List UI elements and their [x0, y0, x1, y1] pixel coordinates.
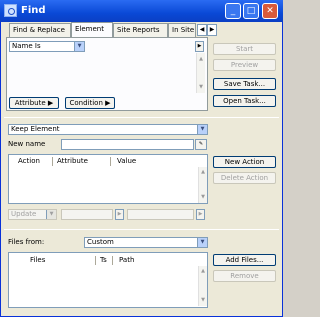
new-action-button[interactable]: New Action [213, 156, 276, 168]
column-header-files[interactable]: Files [30, 256, 45, 264]
column-divider[interactable] [95, 256, 96, 265]
update-field-1[interactable] [61, 209, 113, 220]
close-icon[interactable]: ✕ [262, 3, 278, 19]
update-select-value: Update [11, 210, 37, 218]
chevron-down-icon: ▼ [46, 210, 56, 219]
scroll-up-icon[interactable]: ▲ [197, 55, 205, 63]
action-select[interactable]: Keep Element ▼ [8, 124, 208, 135]
separator-top [4, 117, 279, 118]
remove-button[interactable]: Remove [213, 270, 276, 282]
tab-element[interactable]: Element [71, 22, 113, 37]
open-task-button[interactable]: Open Task... [213, 95, 276, 107]
attribute-button-label: Attribute [14, 99, 46, 107]
actions-scrollbar[interactable]: ▲ ▼ [198, 167, 207, 203]
save-task-button[interactable]: Save Task... [213, 78, 276, 90]
column-header-attribute[interactable]: Attribute [57, 157, 88, 165]
chevron-down-icon: ▼ [197, 125, 207, 134]
tab-site-reports[interactable]: Site Reports [113, 23, 168, 37]
scroll-up-icon[interactable]: ▲ [199, 168, 207, 176]
pencil-icon[interactable]: ✎ [195, 139, 207, 150]
scope-select[interactable]: Name Is ▼ [9, 41, 85, 52]
files-from-label: Files from: [8, 238, 45, 246]
files-from-select-value: Custom [87, 238, 114, 246]
scope-select-value: Name Is [12, 42, 41, 50]
column-divider[interactable] [52, 157, 53, 166]
tab-find-replace[interactable]: Find & Replace [9, 23, 71, 37]
delete-action-button[interactable]: Delete Action [213, 172, 276, 184]
chevron-down-icon: ▼ [74, 42, 84, 51]
column-header-ts[interactable]: Ts [100, 256, 107, 264]
column-header-value[interactable]: Value [117, 157, 136, 165]
condition-button[interactable]: Condition ▶ [65, 97, 115, 109]
action-select-value: Keep Element [11, 125, 60, 133]
scroll-down-icon[interactable]: ▼ [197, 83, 205, 91]
arrow-right-icon[interactable]: ▶ [115, 209, 124, 220]
column-divider[interactable] [110, 157, 111, 166]
new-name-field[interactable] [61, 139, 194, 150]
column-header-action[interactable]: Action [18, 157, 40, 165]
scroll-down-icon[interactable]: ▼ [199, 296, 207, 304]
title-bar[interactable]: Find _ □ ✕ [0, 0, 283, 22]
minimize-icon[interactable]: _ [225, 3, 241, 19]
window-title: Find [21, 5, 46, 16]
tab-scroll-right-icon[interactable]: ▶ [207, 24, 217, 36]
expand-arrow-icon[interactable]: ▶ [195, 41, 204, 52]
criteria-scrollbar[interactable]: ▲ ▼ [196, 53, 205, 93]
tab-in-site[interactable]: In Site [168, 23, 196, 37]
chevron-down-icon: ▼ [197, 238, 207, 247]
app-icon [4, 4, 17, 17]
separator-bottom [4, 229, 279, 230]
scroll-up-icon[interactable]: ▲ [199, 267, 207, 275]
files-from-select[interactable]: Custom ▼ [84, 237, 208, 248]
start-button[interactable]: Start [213, 43, 276, 55]
maximize-icon[interactable]: □ [243, 3, 259, 19]
update-field-2[interactable] [127, 209, 194, 220]
files-scrollbar[interactable]: ▲ ▼ [198, 266, 207, 306]
new-name-label: New name [8, 140, 46, 148]
attribute-button[interactable]: Attribute ▶ [9, 97, 59, 109]
update-select[interactable]: Update ▼ [8, 209, 57, 220]
preview-button[interactable]: Preview [213, 59, 276, 71]
column-header-path[interactable]: Path [119, 256, 134, 264]
scroll-down-icon[interactable]: ▼ [199, 193, 207, 201]
column-divider[interactable] [112, 256, 113, 265]
condition-button-label: Condition [69, 99, 103, 107]
arrow-right-icon[interactable]: ▶ [196, 209, 205, 220]
tab-scroll-left-icon[interactable]: ◀ [197, 24, 207, 36]
add-files-button[interactable]: Add Files... [213, 254, 276, 266]
